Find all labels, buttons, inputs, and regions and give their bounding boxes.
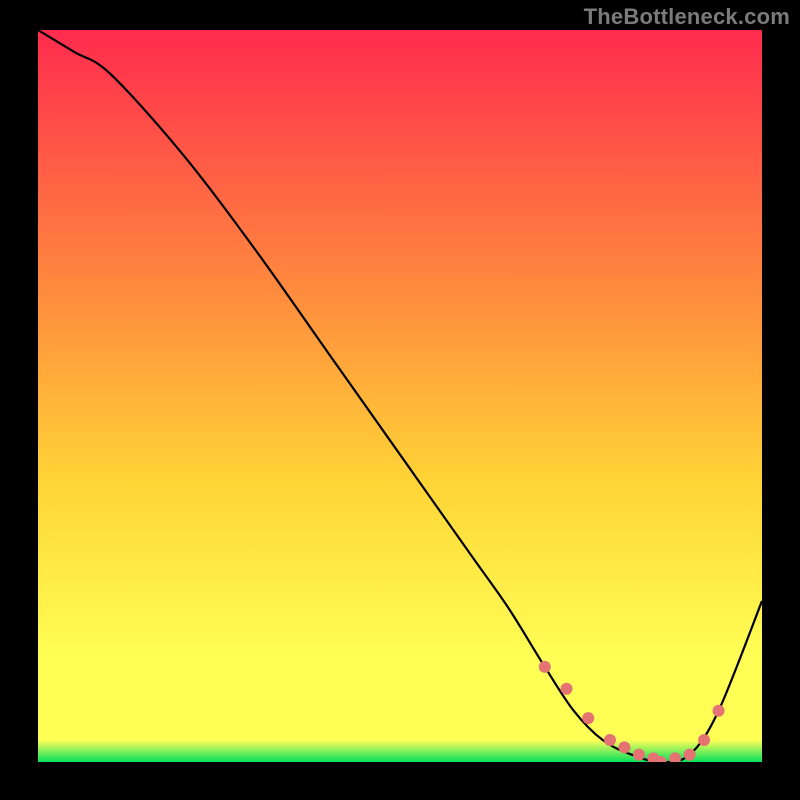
optimal-marker (698, 734, 710, 746)
bottleneck-chart (38, 30, 762, 762)
optimal-marker (539, 661, 551, 673)
optimal-marker (713, 705, 725, 717)
optimal-marker (604, 734, 616, 746)
optimal-marker (618, 741, 630, 753)
optimal-marker (561, 683, 573, 695)
plot-background (38, 30, 762, 762)
optimal-marker (684, 749, 696, 761)
optimal-marker (633, 749, 645, 761)
attribution-text: TheBottleneck.com (584, 4, 790, 30)
optimal-marker (582, 712, 594, 724)
